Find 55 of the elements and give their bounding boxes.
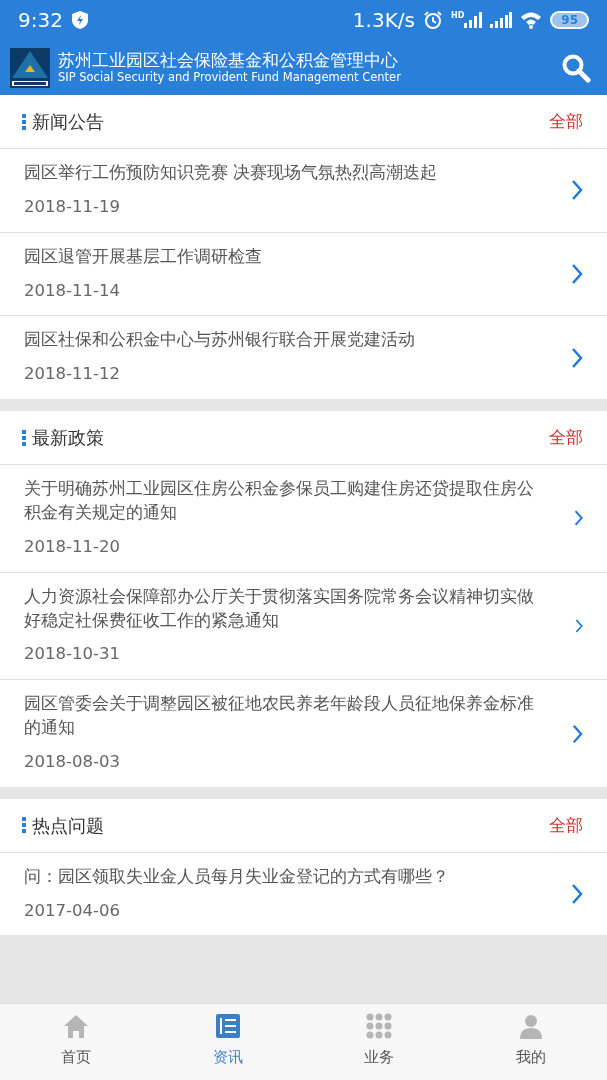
search-icon	[561, 52, 591, 83]
alarm-icon	[422, 10, 443, 30]
news-item[interactable]: 人力资源社会保障部办公厅关于贯彻落实国务院常务会议精神切实做好稳定社保费征收工作的紧急通知 2018-10-31	[0, 572, 607, 681]
news-item[interactable]: 园区举行工伤预防知识竞赛 决赛现场气氛热烈高潮迭起 2018-11-19	[0, 149, 607, 233]
shield-icon	[70, 10, 89, 30]
network-speed: 1.3K/s	[352, 7, 415, 34]
hd-label: HD	[450, 12, 465, 20]
item-date: 2018-08-03	[24, 751, 121, 774]
chevron-right-icon	[571, 346, 583, 369]
view-all-link[interactable]: 全部	[549, 812, 583, 839]
signal-icon	[464, 12, 483, 28]
section-title: 最新政策	[32, 426, 104, 450]
view-all-link[interactable]: 全部	[549, 424, 583, 451]
item-date: 2018-11-20	[24, 535, 121, 558]
signal-icon	[490, 12, 513, 28]
item-date: 2017-04-06	[24, 899, 121, 922]
news-item[interactable]: 园区社保和公积金中心与苏州银行联合开展党建活动 2018-11-12	[0, 316, 607, 399]
item-date: 2018-11-19	[24, 195, 121, 218]
logo-icon	[10, 47, 50, 88]
news-item[interactable]: 问：园区领取失业金人员每月失业金登记的方式有哪些？ 2017-04-06	[0, 852, 607, 936]
view-all-link[interactable]: 全部	[549, 108, 583, 135]
wifi-icon	[520, 11, 543, 29]
tab-button[interactable]: 首页	[0, 1004, 152, 1080]
chevron-right-icon	[572, 722, 583, 745]
item-title: 问：园区领取失业金人员每月失业金登记的方式有哪些？	[24, 865, 450, 888]
news-item[interactable]: 园区管委会关于调整园区被征地农民养老年龄段人员征地保养金标准的通知 2018-08-03	[0, 680, 607, 787]
news-item[interactable]: 园区退管开展基层工作调研检查 2018-11-14	[0, 232, 607, 317]
tab-button[interactable]: 我的	[455, 1004, 607, 1080]
chevron-right-icon	[571, 179, 583, 202]
grid-icon	[365, 1012, 394, 1040]
section-marker-icon	[22, 429, 26, 446]
tab-button[interactable]: 资讯	[151, 1004, 304, 1080]
news-item[interactable]: 关于明确苏州工业园区住房公积金参保员工购建住房还贷提取住房公积金有关规定的通知 2018-11-20	[0, 465, 607, 573]
item-title: 园区举行工伤预防知识竞赛 决赛现场气氛热烈高潮迭起	[24, 162, 439, 184]
section-marker-icon	[22, 817, 26, 834]
item-date: 2018-11-14	[24, 279, 121, 302]
item-title: 园区退管开展基层工作调研检查	[24, 245, 263, 268]
header-title: 苏州工业园区社会保险基金和公积金管理中心	[58, 50, 399, 71]
chevron-right-icon	[571, 263, 583, 285]
item-date: 2018-11-12	[24, 363, 121, 386]
chevron-right-icon	[571, 883, 583, 906]
search-button[interactable]	[561, 52, 591, 83]
item-date: 2018-10-31	[24, 643, 121, 666]
header-subtitle: SIP Social Security and Provident Fund Management Center	[58, 70, 401, 85]
tab-button[interactable]: 业务	[303, 1004, 456, 1080]
news-icon	[213, 1012, 242, 1040]
clock-time: 9:32	[18, 7, 63, 34]
item-title: 人力资源社会保障部办公厅关于贯彻落实国务院常务会议精神切实做好稳定社保费征收工作的紧急通知	[24, 585, 535, 632]
battery-indicator: 95	[550, 11, 589, 29]
item-title: 园区管委会关于调整园区被征地农民养老年龄段人员征地保养金标准的通知	[24, 693, 535, 740]
section-title: 热点问题	[32, 813, 104, 838]
item-title: 园区社保和公积金中心与苏州银行联合开展党建活动	[24, 329, 416, 352]
item-title: 关于明确苏州工业园区住房公积金参保员工购建住房还贷提取住房公积金有关规定的通知	[24, 478, 535, 524]
section-title: 新闻公告	[32, 110, 104, 134]
section-marker-icon	[22, 113, 26, 130]
